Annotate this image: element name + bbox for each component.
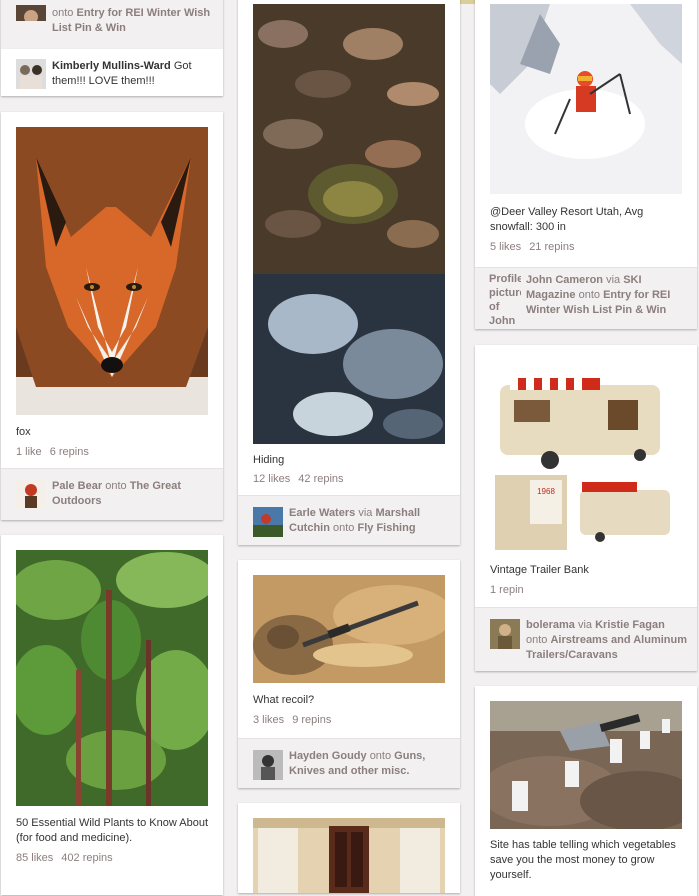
avatar-alt-text[interactable]: Profile picture of John Cameron xyxy=(489,272,521,329)
pinner-name[interactable]: John Cameron xyxy=(526,274,603,286)
pin-card[interactable]: fox 1 like 6 repins Pale Bear onto The Gr… xyxy=(1,112,223,520)
pin-attribution: Hayden Goudy onto Guns, Knives and other… xyxy=(238,738,460,788)
via-word: via xyxy=(358,507,373,519)
pin-card[interactable]: What recoil? 3 likes 9 repins Hayden Goud… xyxy=(238,560,460,788)
repins-count[interactable]: 9 repins xyxy=(292,714,331,726)
likes-count[interactable]: 5 likes xyxy=(490,241,521,253)
pin-description: What recoil? xyxy=(253,694,315,706)
pin-attribution: Earle Waters via Marshall Cutchin onto F… xyxy=(238,495,460,545)
pin-stats: 1 repin xyxy=(490,584,532,596)
pin-card[interactable]: 50 Essential Wild Plants to Know About (… xyxy=(1,535,223,895)
likes-count[interactable]: 12 likes xyxy=(253,473,290,485)
pin-attribution: onto Entry for REI Winter Wish List Pin … xyxy=(1,0,223,49)
via-word: via xyxy=(606,274,621,286)
pin-image[interactable] xyxy=(253,575,445,683)
pin-image[interactable] xyxy=(253,4,445,444)
pin-card[interactable] xyxy=(238,803,460,893)
board-link[interactable]: Entry for REI Winter Wish List Pin & Win xyxy=(52,7,210,34)
avatar[interactable] xyxy=(16,59,46,89)
avatar[interactable] xyxy=(16,480,46,510)
avatar[interactable] xyxy=(490,619,520,649)
board-link[interactable]: Airstreams and Aluminum Trailers/Caravan… xyxy=(526,634,687,661)
pin-attribution: bolerama via Kristie Fagan onto Airstrea… xyxy=(475,607,697,671)
onto-word: onto xyxy=(526,634,548,646)
pin-image[interactable] xyxy=(490,4,682,194)
pinner-name[interactable]: Pale Bear xyxy=(52,480,102,492)
repins-count[interactable]: 6 repins xyxy=(50,446,89,458)
repins-count[interactable]: 21 repins xyxy=(529,241,574,253)
pin-image[interactable] xyxy=(16,550,208,806)
avatar[interactable] xyxy=(253,750,283,780)
pinner-name[interactable]: Hayden Goudy xyxy=(289,750,367,762)
avatar[interactable] xyxy=(16,5,46,21)
avatar[interactable] xyxy=(253,507,283,537)
pin-description: Hiding xyxy=(253,454,285,466)
pin-card[interactable]: 1968 Vintage Trailer Bank 1 repin bolera… xyxy=(475,345,697,671)
pin-attribution: Pale Bear onto The Great Outdoors xyxy=(1,468,223,520)
board-link[interactable]: Fly Fishing xyxy=(358,522,416,534)
repins-count[interactable]: 1 repin xyxy=(490,584,524,596)
pin-stats: 3 likes 9 repins xyxy=(253,714,339,726)
pin-attribution: Profile picture of John Cameron John Cam… xyxy=(475,267,697,329)
pin-description: @Deer Valley Resort Utah, Avg snowfall: … xyxy=(490,206,644,233)
pin-stats: 1 like 6 repins xyxy=(16,446,97,458)
pin-description: Site has table telling which vegetables … xyxy=(490,839,676,881)
pinner-name[interactable]: Earle Waters xyxy=(289,507,355,519)
onto-word: onto xyxy=(333,522,355,534)
comment-user[interactable]: Kimberly Mullins-Ward xyxy=(52,60,171,72)
pin-stats: 5 likes 21 repins xyxy=(490,241,582,253)
repins-count[interactable]: 402 repins xyxy=(61,852,112,864)
pin-description: Vintage Trailer Bank xyxy=(490,564,589,576)
likes-count[interactable]: 3 likes xyxy=(253,714,284,726)
likes-count[interactable]: 1 like xyxy=(16,446,42,458)
pin-comment: Kimberly Mullins-Ward Got them!!! LOVE t… xyxy=(1,48,223,96)
pin-image[interactable]: 1968 xyxy=(490,360,682,550)
pin-description: 50 Essential Wild Plants to Know About (… xyxy=(16,817,208,844)
pinner-name[interactable]: bolerama xyxy=(526,619,575,631)
via-user[interactable]: Kristie Fagan xyxy=(595,619,665,631)
likes-count[interactable]: 85 likes xyxy=(16,852,53,864)
pin-image[interactable] xyxy=(253,818,445,893)
pin-card[interactable]: Site has table telling which vegetables … xyxy=(475,686,697,896)
pin-image[interactable] xyxy=(490,701,682,829)
onto-word: onto xyxy=(369,750,392,762)
pin-description: fox xyxy=(16,426,31,438)
via-word: via xyxy=(577,619,593,631)
onto-word: onto xyxy=(52,7,74,19)
pin-image[interactable] xyxy=(16,127,208,415)
pin-card[interactable]: Hiding 12 likes 42 repins Earle Waters vi… xyxy=(238,0,460,545)
onto-word: onto xyxy=(105,480,127,492)
pin-stats: 12 likes 42 repins xyxy=(253,473,352,485)
onto-word: onto xyxy=(578,289,600,301)
pin-card[interactable]: @Deer Valley Resort Utah, Avg snowfall: … xyxy=(475,0,697,329)
pin-card[interactable]: onto Entry for REI Winter Wish List Pin … xyxy=(1,0,223,96)
pin-stats: 85 likes 402 repins xyxy=(16,852,121,864)
trailer-plate-text: 1968 xyxy=(537,487,555,496)
repins-count[interactable]: 42 repins xyxy=(298,473,343,485)
